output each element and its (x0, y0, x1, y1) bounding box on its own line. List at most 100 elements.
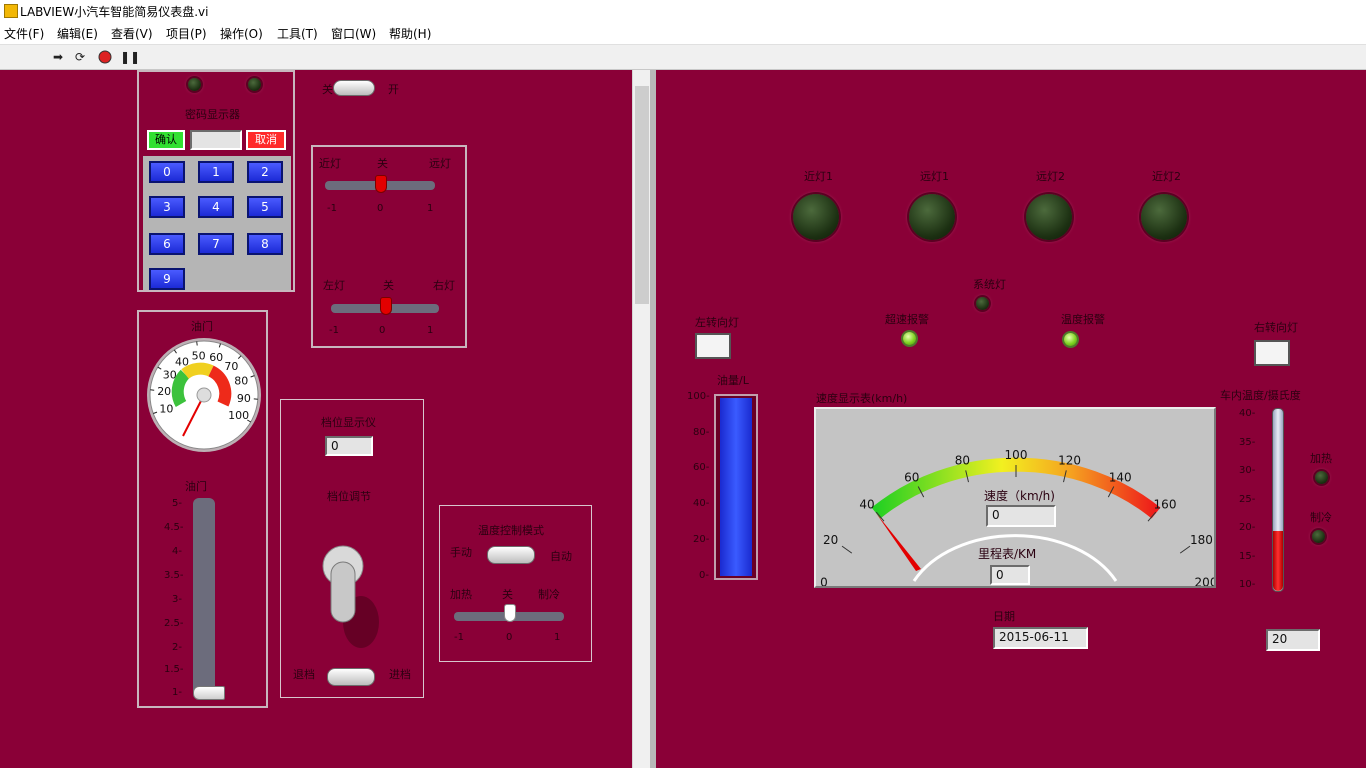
auto-manual-toggle[interactable] (487, 546, 535, 564)
speed-tick-label: 40 (859, 498, 874, 512)
temp-slider-thumb[interactable] (504, 604, 516, 622)
tick-label: 60- (693, 462, 710, 473)
heat-label: 加热 (1310, 452, 1332, 465)
gear-display: 0 (325, 436, 373, 456)
high-beam-1-lamp (909, 194, 955, 240)
tick-label: 40- (1239, 408, 1256, 419)
overspeed-alarm-label: 超速报警 (885, 313, 929, 326)
temp-control-title: 温度控制模式 (478, 524, 544, 537)
overspeed-alarm-led (903, 332, 916, 345)
tick-label: 3.5- (164, 570, 184, 581)
menu-window[interactable]: 窗口(W) (331, 25, 376, 42)
speed-tick-label: 180 (1190, 533, 1213, 547)
toggle-on-label: 开 (388, 83, 399, 96)
gear-toggle[interactable] (327, 668, 375, 686)
key-3[interactable]: 3 (149, 196, 185, 218)
gear-lever-icon[interactable] (317, 540, 393, 652)
gauge-tick-label: 60 (209, 351, 223, 364)
speed-tick-mark (841, 545, 853, 554)
run-arrow-icon[interactable]: ➡ (51, 50, 65, 64)
cool-label: 制冷 (538, 588, 560, 601)
upshift-label: 进档 (389, 668, 411, 681)
tick-label: 1- (172, 687, 182, 698)
gauge-tick-label: 70 (224, 360, 238, 373)
off-label: 关 (383, 279, 394, 292)
throttle-slider-track[interactable] (193, 498, 215, 696)
gauge-tick-label: 90 (237, 392, 251, 405)
key-1[interactable]: 1 (198, 161, 234, 183)
right-turn-indicator (1254, 340, 1290, 366)
gear-adjust-title: 档位调节 (327, 490, 371, 503)
tick-label: 4.5- (164, 522, 184, 533)
left-turn-label: 左转向灯 (695, 316, 739, 329)
gear-panel: 档位显示仪 0 档位调节 退档 进档 (280, 399, 424, 698)
scrollbar-thumb[interactable] (635, 86, 649, 304)
toggle-off-label: 关 (322, 83, 333, 96)
throttle-slider-title: 油门 (185, 480, 207, 493)
menu-help[interactable]: 帮助(H) (389, 25, 431, 42)
confirm-button[interactable]: 确认 (147, 130, 185, 150)
speed-tick-mark (1179, 545, 1191, 554)
temp-control-panel: 温度控制模式 手动 自动 加热 关 制冷 -1 0 1 (439, 505, 592, 662)
pause-icon[interactable]: ❚❚ (120, 50, 140, 64)
labview-icon (4, 4, 18, 18)
tick-label: 5- (172, 498, 182, 509)
thermometer-tube (1272, 408, 1284, 592)
speed-tick-label: 0 (820, 576, 828, 586)
key-2[interactable]: 2 (247, 161, 283, 183)
power-toggle[interactable] (333, 80, 375, 96)
speed-tick-label: 200 (1195, 576, 1214, 586)
vertical-scrollbar[interactable] (632, 70, 651, 768)
key-9[interactable]: 9 (149, 268, 185, 290)
odometer-label: 里程表/KM (978, 547, 1037, 561)
menu-project[interactable]: 项目(P) (166, 25, 207, 42)
speed-tick-label: 120 (1058, 454, 1081, 468)
menu-operate[interactable]: 操作(O) (220, 25, 263, 42)
gauge-tick-label: 100 (228, 409, 249, 422)
fuel-tank (714, 394, 758, 580)
key-6[interactable]: 6 (149, 233, 185, 255)
menu-view[interactable]: 查看(V) (111, 25, 153, 42)
odometer-display: 0 (990, 565, 1030, 585)
toolbar: ➡ ⟳ ❚❚ (0, 45, 1366, 70)
run-continuous-icon[interactable]: ⟳ (73, 50, 87, 64)
tick-label: 0- (699, 570, 709, 581)
temp-alarm-led (1064, 333, 1077, 346)
cool-label: 制冷 (1310, 511, 1332, 524)
window-title: LABVIEW小汽车智能简易仪表盘.vi (20, 5, 209, 19)
key-8[interactable]: 8 (247, 233, 283, 255)
tick-label: -1 (327, 203, 337, 214)
key-4[interactable]: 4 (198, 196, 234, 218)
low-beam-label: 近灯 (319, 157, 341, 170)
key-5[interactable]: 5 (247, 196, 283, 218)
speedometer-frame: 0 20 40 60 80 100 120 140 160 180 200 速度（km/h) 0 里… (814, 407, 1216, 588)
gauge-tick-label: 10 (159, 403, 173, 416)
tick-label: 0 (506, 632, 513, 643)
tick-label: 35- (1239, 437, 1256, 448)
cancel-button[interactable]: 取消 (246, 130, 286, 150)
light-slider-thumb[interactable] (375, 175, 387, 193)
gauge-tick-label: 20 (157, 385, 171, 398)
high-beam-label: 远灯 (429, 157, 451, 170)
tick-label: 1 (554, 632, 561, 643)
fuel-title: 油量/L (717, 374, 749, 387)
lamp-label: 近灯1 (804, 170, 833, 183)
password-display (190, 130, 242, 150)
abort-icon[interactable] (98, 50, 112, 64)
speed-tick-label: 20 (823, 533, 838, 547)
gauge-tick-label: 80 (234, 375, 248, 388)
speed-tick-label: 60 (904, 471, 919, 485)
tick-label: 20- (693, 534, 710, 545)
left-turn-indicator (695, 333, 731, 359)
turn-slider-thumb[interactable] (380, 297, 392, 315)
key-0[interactable]: 0 (149, 161, 185, 183)
menu-tools[interactable]: 工具(T) (277, 25, 318, 42)
right-turn-label: 右转向灯 (1254, 321, 1298, 334)
throttle-slider-thumb[interactable] (193, 686, 225, 700)
menu-file[interactable]: 文件(F) (4, 25, 44, 42)
auto-label: 自动 (550, 550, 572, 563)
menu-edit[interactable]: 编辑(E) (57, 25, 98, 42)
light-switch-panel: 近灯 关 远灯 -1 0 1 左灯 关 右灯 -1 0 1 (311, 145, 467, 348)
manual-label: 手动 (450, 546, 472, 559)
key-7[interactable]: 7 (198, 233, 234, 255)
